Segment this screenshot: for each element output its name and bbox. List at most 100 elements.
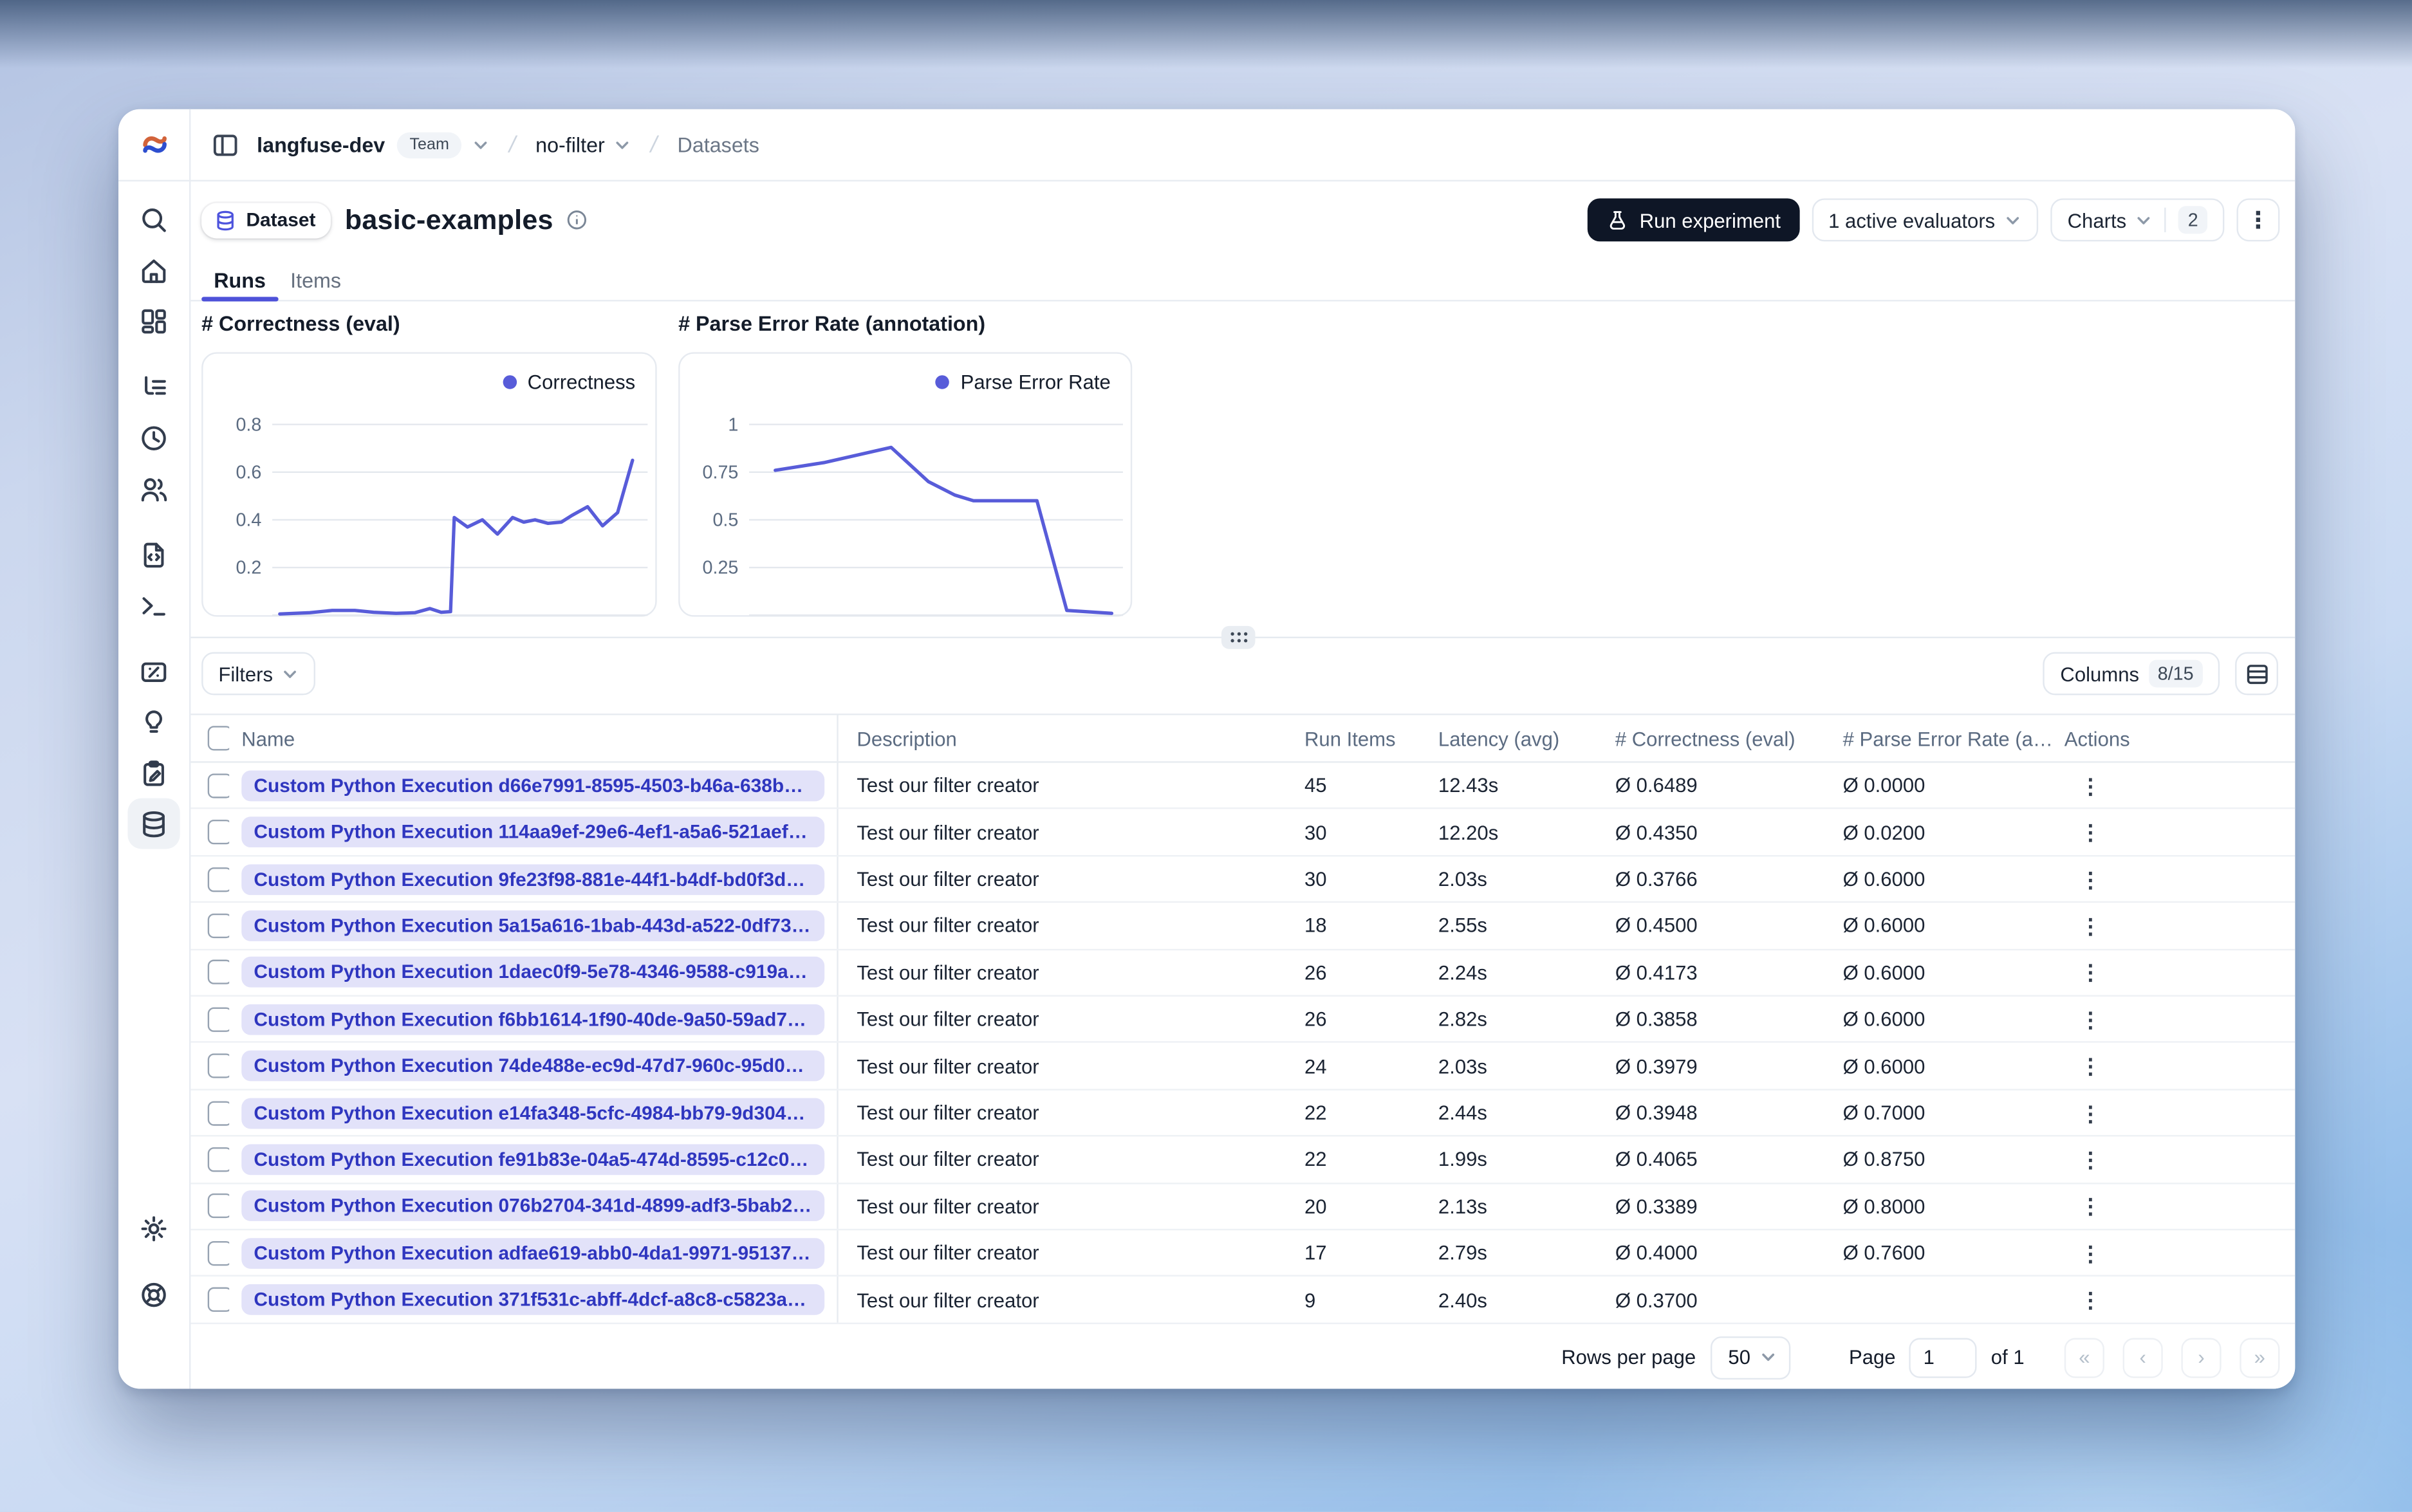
more-actions-button[interactable]: ⋮	[2236, 198, 2280, 242]
legend-dot-icon	[503, 375, 517, 389]
sidebar-item-prompts[interactable]	[127, 529, 180, 580]
row-checkbox[interactable]	[207, 1240, 230, 1266]
dataset-run-name-link[interactable]: Custom Python Execution 74de488e-ec9d-47…	[241, 1050, 825, 1082]
svg-text:0.4: 0.4	[236, 510, 261, 530]
dataset-run-name-link[interactable]: Custom Python Execution 076b2704-341d-48…	[241, 1190, 825, 1222]
sidebar-item-search[interactable]	[127, 194, 180, 244]
row-checkbox[interactable]	[207, 960, 230, 985]
charts-toggle-button[interactable]: Charts 2	[2050, 198, 2225, 242]
next-page-button[interactable]: ›	[2181, 1337, 2222, 1378]
tab-items[interactable]: Items	[278, 260, 353, 300]
row-checkbox[interactable]	[207, 773, 230, 798]
row-checkbox[interactable]	[207, 913, 230, 938]
row-checkbox[interactable]	[207, 1287, 230, 1313]
sidebar-item-datasets[interactable]	[127, 798, 180, 849]
sidebar-item-sessions[interactable]	[127, 412, 180, 463]
row-actions-menu-button[interactable]: ⋮	[2080, 1148, 2101, 1170]
breadcrumb-section[interactable]: Datasets	[678, 133, 759, 156]
legend-label: Parse Error Rate	[960, 371, 1111, 394]
run-parse-error-rate-cell: Ø 0.6000	[1842, 1054, 1925, 1078]
row-actions-menu-button[interactable]: ⋮	[2080, 868, 2101, 889]
dataset-run-name-link[interactable]: Custom Python Execution f6bb1614-1f90-40…	[241, 1004, 825, 1035]
page-number-input[interactable]	[1909, 1337, 1978, 1378]
row-actions-menu-button[interactable]: ⋮	[2080, 915, 2101, 936]
dataset-run-name-link[interactable]: Custom Python Execution 9fe23f98-881e-44…	[241, 863, 825, 894]
run-experiment-button[interactable]: Run experiment	[1587, 198, 1799, 242]
row-checkbox[interactable]	[207, 1100, 230, 1125]
sidebar-item-playground[interactable]	[127, 580, 180, 631]
topbar-divider	[118, 180, 2296, 182]
row-actions-menu-button[interactable]: ⋮	[2080, 775, 2101, 796]
row-checkbox[interactable]	[207, 820, 230, 845]
row-actions-menu-button[interactable]: ⋮	[2080, 1055, 2101, 1076]
last-page-button[interactable]: »	[2240, 1337, 2280, 1378]
sidebar-item-support[interactable]	[127, 1269, 180, 1320]
chart-title-parse-error-rate: # Parse Error Rate (annotation)	[678, 312, 986, 336]
column-header-name[interactable]: Name	[241, 726, 295, 750]
dataset-run-name-link[interactable]: Custom Python Execution 371f531c-abff-4d…	[241, 1284, 825, 1316]
columns-count-badge: 8/15	[2148, 659, 2203, 688]
row-select-cell	[189, 1184, 230, 1229]
tab-runs[interactable]: Runs	[201, 260, 278, 302]
row-checkbox[interactable]	[207, 1007, 230, 1032]
previous-page-button[interactable]: ‹	[2122, 1337, 2163, 1378]
row-checkbox[interactable]	[207, 1194, 230, 1219]
sidebar-item-users[interactable]	[127, 463, 180, 513]
column-header-description[interactable]: Description	[857, 726, 956, 750]
row-actions-menu-button[interactable]: ⋮	[2080, 1242, 2101, 1264]
sidebar-item-home[interactable]	[127, 244, 180, 295]
breadcrumb-project[interactable]: langfuse-dev	[257, 133, 385, 156]
row-actions-menu-button[interactable]: ⋮	[2080, 1195, 2101, 1217]
filters-button[interactable]: Filters	[201, 652, 316, 696]
column-header-latency[interactable]: Latency (avg)	[1438, 726, 1559, 750]
dataset-run-name-link[interactable]: Custom Python Execution e14fa348-5cfc-49…	[241, 1097, 825, 1129]
sidebar-item-evaluation[interactable]	[127, 646, 180, 697]
first-page-button[interactable]: «	[2064, 1337, 2104, 1378]
dataset-run-name-link[interactable]: Custom Python Execution fe91b83e-04a5-47…	[241, 1144, 825, 1175]
dataset-run-name-link[interactable]: Custom Python Execution 1daec0f9-5e78-43…	[241, 957, 825, 988]
gear-icon	[141, 1215, 167, 1241]
sidebar-item-annotation[interactable]	[127, 748, 180, 798]
langfuse-logo[interactable]	[118, 109, 189, 180]
breadcrumb-environment[interactable]: no-filter	[535, 133, 605, 156]
row-checkbox[interactable]	[207, 1053, 230, 1078]
user-avatar[interactable]	[133, 1338, 176, 1381]
row-height-button[interactable]	[2235, 652, 2279, 696]
sidebar-item-settings[interactable]	[127, 1203, 180, 1253]
main-content: Dataset basic-examples Run experiment 1 …	[189, 180, 2296, 1389]
app-window: langfuse-dev Team / no-filter / Datasets…	[118, 109, 2296, 1389]
kebab-icon: ⋮	[2247, 207, 2270, 234]
dataset-run-name-link[interactable]: Custom Python Execution d66e7991-8595-45…	[241, 770, 825, 801]
row-checkbox[interactable]	[207, 866, 230, 892]
sidebar-item-tracing[interactable]	[127, 362, 180, 412]
row-actions-menu-button[interactable]: ⋮	[2080, 1289, 2101, 1310]
columns-button[interactable]: Columns 8/15	[2043, 652, 2220, 696]
row-checkbox[interactable]	[207, 1147, 230, 1172]
dataset-run-name-link[interactable]: Custom Python Execution 114aa9ef-29e6-4e…	[241, 816, 825, 848]
info-icon[interactable]	[566, 209, 587, 230]
row-actions-menu-button[interactable]: ⋮	[2080, 1102, 2101, 1123]
sidebar-toggle-button[interactable]	[210, 130, 239, 159]
dataset-run-name-link[interactable]: Custom Python Execution 5a15a616-1bab-44…	[241, 910, 825, 941]
rows-per-page-select[interactable]: 50	[1711, 1335, 1791, 1379]
column-header-correctness[interactable]: # Correctness (eval)	[1615, 726, 1795, 750]
row-actions-menu-button[interactable]: ⋮	[2080, 962, 2101, 983]
table-row: Custom Python Execution adfae619-abb0-4d…	[189, 1230, 2296, 1278]
sidebar-item-llm-as-a-judge[interactable]	[127, 697, 180, 748]
panel-resize-handle[interactable]	[1221, 625, 1256, 649]
sidebar-item-dashboards[interactable]	[127, 295, 180, 346]
chevron-down-icon[interactable]	[614, 136, 631, 153]
run-name-cell: Custom Python Execution 1daec0f9-5e78-43…	[229, 950, 839, 995]
charts-button-label: Charts	[2067, 208, 2127, 232]
column-header-parse-error-rate[interactable]: # Parse Error Rate (an...	[1843, 726, 2054, 750]
active-evaluators-button[interactable]: 1 active evaluators	[1811, 198, 2039, 242]
run-latency-cell: 2.24s	[1438, 961, 1487, 984]
select-all-checkbox[interactable]	[207, 726, 230, 751]
dataset-run-name-link[interactable]: Custom Python Execution adfae619-abb0-4d…	[241, 1237, 825, 1269]
button-divider	[2164, 207, 2167, 232]
row-actions-menu-button[interactable]: ⋮	[2080, 822, 2101, 843]
row-actions-menu-button[interactable]: ⋮	[2080, 1008, 2101, 1029]
chevron-down-icon[interactable]	[472, 136, 489, 153]
column-header-run-items[interactable]: Run Items	[1304, 726, 1396, 750]
panel-left-icon	[213, 134, 237, 156]
